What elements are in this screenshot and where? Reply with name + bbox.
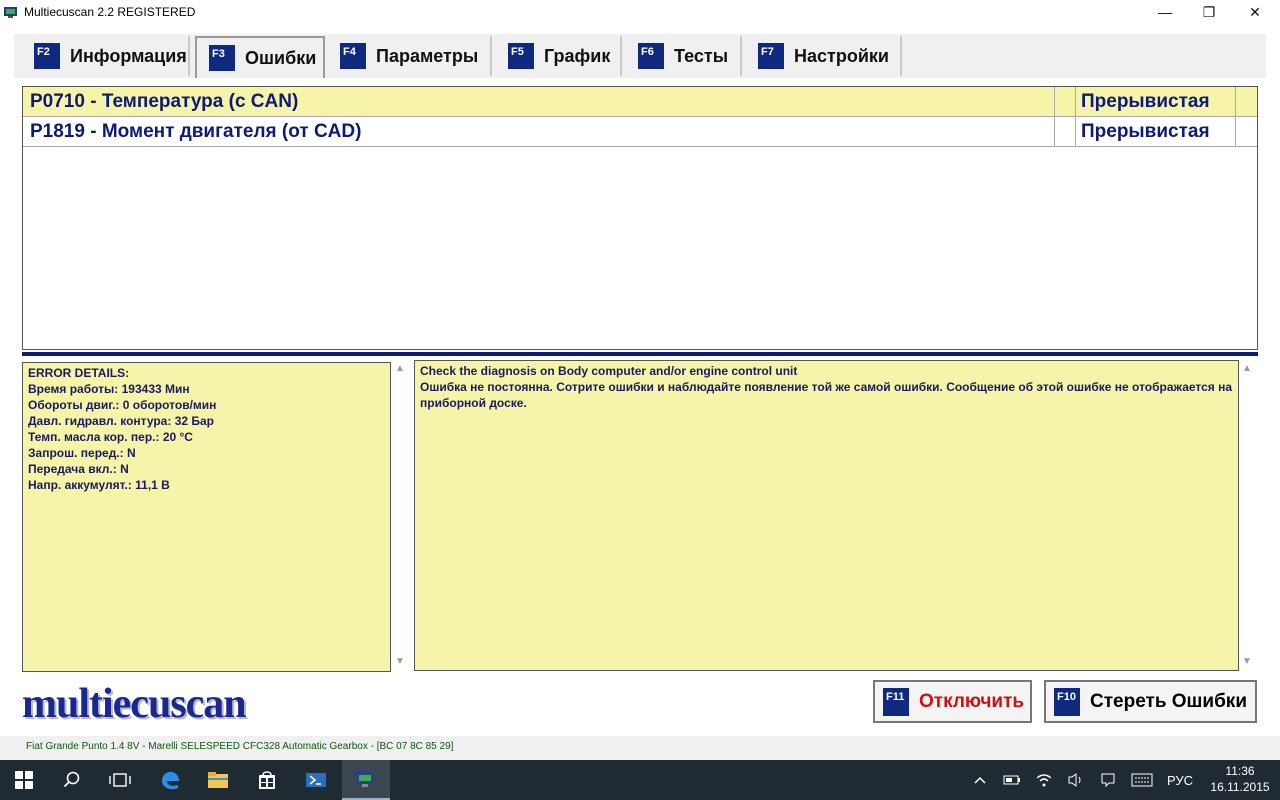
- search-icon: [63, 771, 80, 788]
- task-view-icon: [109, 773, 131, 787]
- tab-settings[interactable]: F7 Настройки: [746, 36, 902, 76]
- scroll-down-arrow[interactable]: ▼: [1239, 656, 1255, 667]
- error-status: Прерывистая: [1081, 121, 1210, 142]
- scroll-down-arrow[interactable]: ▼: [392, 656, 408, 667]
- button-key: F11: [883, 687, 909, 716]
- column-divider: [1235, 117, 1236, 147]
- details-line: Передача вкл.: N: [28, 462, 129, 476]
- tab-label: Параметры: [376, 45, 479, 66]
- tab-parameters[interactable]: F4 Параметры: [328, 36, 492, 76]
- speaker-icon: [1068, 773, 1081, 787]
- minimize-button[interactable]: —: [1142, 0, 1188, 24]
- close-button[interactable]: ✕: [1232, 0, 1278, 24]
- tab-label: График: [544, 45, 611, 66]
- show-hidden-icons-button[interactable]: [970, 760, 990, 800]
- input-language[interactable]: РУС: [1162, 760, 1198, 800]
- title-bar: Multiecuscan 2.2 REGISTERED — ❐ ✕: [0, 0, 1280, 24]
- edge-browser-button[interactable]: [146, 760, 194, 800]
- file-explorer-button[interactable]: [194, 760, 242, 800]
- tab-label: Ошибки: [245, 47, 317, 68]
- tab-key: F2: [34, 43, 60, 69]
- powershell-button[interactable]: [292, 760, 340, 800]
- taskbar: РУС 11:36 16.11.2015: [0, 760, 1280, 800]
- battery-button[interactable]: [1000, 760, 1024, 800]
- battery-icon: [1003, 775, 1020, 785]
- volume-button[interactable]: [1064, 760, 1088, 800]
- search-button[interactable]: [48, 760, 96, 800]
- details-line: Обороты двиг.: 0 оборотов/мин: [28, 398, 217, 412]
- description-line: Ошибка не постоянна. Сотрите ошибки и на…: [420, 380, 1233, 410]
- column-divider: [1054, 117, 1055, 147]
- tab-label: Настройки: [794, 45, 889, 66]
- tab-graph[interactable]: F5 График: [496, 36, 622, 76]
- tab-key: F5: [508, 43, 534, 69]
- store-icon: [259, 771, 275, 789]
- edge-icon: [162, 771, 179, 790]
- notification-icon: [1101, 773, 1115, 788]
- tab-key: F3: [209, 45, 235, 71]
- keyboard-icon: [1131, 773, 1153, 787]
- error-details-panel[interactable]: ERROR DETAILS: Время работы: 193433 Мин …: [22, 362, 391, 672]
- folder-icon: [208, 772, 228, 788]
- tab-key: F6: [638, 43, 664, 69]
- tab-info[interactable]: F2 Информация: [22, 36, 190, 76]
- multiecuscan-icon: [356, 772, 374, 787]
- error-status: Прерывистая: [1081, 91, 1210, 112]
- button-label: Отключить: [919, 690, 1025, 712]
- multiecuscan-logo: multiecuscan: [22, 681, 247, 727]
- error-code: P1819 - Момент двигателя (от CAD): [30, 121, 362, 142]
- status-bar: Fiat Grande Punto 1.4 8V - Marelli SELES…: [0, 736, 1280, 760]
- column-divider: [1075, 87, 1076, 117]
- details-line: Напр. аккумулят.: 11,1 В: [28, 478, 170, 492]
- task-view-button[interactable]: [96, 760, 144, 800]
- details-line: ERROR DETAILS:: [28, 366, 130, 380]
- tab-key: F7: [758, 43, 784, 69]
- error-row[interactable]: P1819 - Момент двигателя (от CAD) Прерыв…: [23, 117, 1257, 147]
- windows-icon: [15, 771, 33, 789]
- chevron-up-icon: [974, 776, 986, 784]
- restore-button[interactable]: ❐: [1186, 0, 1232, 24]
- vehicle-status: Fiat Grande Punto 1.4 8V - Marelli SELES…: [26, 741, 454, 752]
- error-code: P0710 - Температура (с CAN): [30, 91, 299, 112]
- network-button[interactable]: [1032, 760, 1056, 800]
- tab-errors[interactable]: F3 Ошибки: [195, 36, 325, 78]
- details-line: Время работы: 193433 Мин: [28, 382, 190, 396]
- error-list: P0710 - Температура (с CAN) Прерывистая …: [22, 86, 1258, 350]
- multiecuscan-taskbar-button[interactable]: [342, 760, 390, 800]
- button-label: Стереть Ошибки: [1090, 690, 1248, 712]
- tab-key: F4: [340, 43, 366, 69]
- details-line: Давл. гидравл. контура: 32 Бар: [28, 414, 214, 428]
- details-line: Запрош. перед.: N: [28, 446, 136, 460]
- panel-divider: [22, 352, 1258, 356]
- wifi-icon: [1036, 774, 1052, 787]
- clock[interactable]: 11:36 16.11.2015: [1200, 763, 1280, 795]
- app-icon: [4, 7, 17, 18]
- store-button[interactable]: [243, 760, 291, 800]
- description-line: Check the diagnosis on Body computer and…: [420, 364, 798, 378]
- scroll-up-arrow[interactable]: ▲: [392, 363, 408, 374]
- clear-errors-button[interactable]: F10 Стереть Ошибки: [1044, 680, 1257, 723]
- column-divider: [1054, 87, 1055, 117]
- details-line: Темп. масла кор. пер.: 20 °C: [28, 430, 193, 444]
- scroll-up-arrow[interactable]: ▲: [1239, 363, 1255, 374]
- start-button[interactable]: [0, 760, 48, 800]
- column-divider: [1075, 117, 1076, 147]
- powershell-icon: [306, 773, 326, 787]
- keyboard-button[interactable]: [1128, 760, 1156, 800]
- tab-tests[interactable]: F6 Тесты: [626, 36, 742, 76]
- tab-label: Тесты: [674, 45, 729, 66]
- action-center-button[interactable]: [1096, 760, 1120, 800]
- disconnect-button[interactable]: F11 Отключить: [873, 680, 1032, 723]
- button-key: F10: [1054, 687, 1080, 716]
- clock-date: 16.11.2015: [1210, 780, 1270, 794]
- column-divider: [1235, 87, 1236, 117]
- error-description-panel[interactable]: Check the diagnosis on Body computer and…: [414, 360, 1239, 671]
- clock-time: 11:36: [1225, 764, 1255, 778]
- error-row[interactable]: P0710 - Температура (с CAN) Прерывистая: [23, 87, 1257, 117]
- window-title: Multiecuscan 2.2 REGISTERED: [24, 5, 196, 19]
- tab-label: Информация: [70, 45, 187, 66]
